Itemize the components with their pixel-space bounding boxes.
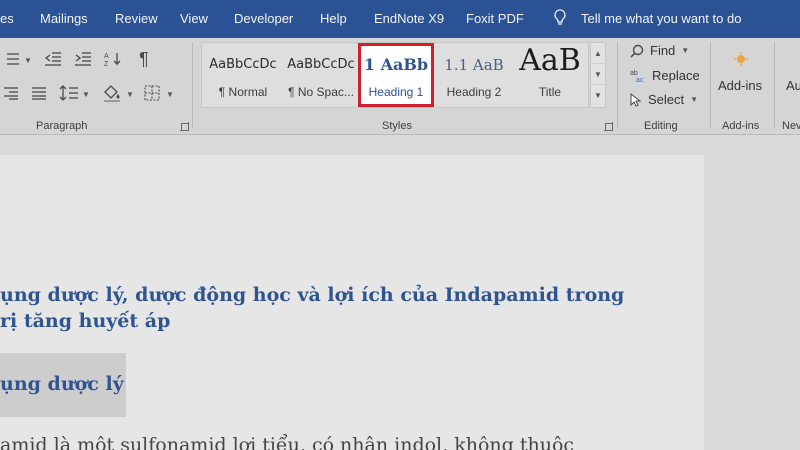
style-no-spacing-label: ¶ No Spac... xyxy=(288,85,354,99)
outdent-icon xyxy=(44,52,61,66)
shading-dropdown-icon[interactable]: ▼ xyxy=(126,90,134,99)
group-divider xyxy=(192,42,193,128)
style-heading-2[interactable]: 1.1 AaB Heading 2 xyxy=(436,43,512,107)
gallery-more-icon[interactable]: ▼ xyxy=(591,85,605,106)
line-spacing-dropdown-icon[interactable]: ▼ xyxy=(82,90,90,99)
tab-view[interactable]: View xyxy=(180,11,208,26)
lightbulb-icon xyxy=(554,9,566,25)
tab-mailings[interactable]: Mailings xyxy=(40,11,88,26)
group-label-paragraph: Paragraph xyxy=(36,120,88,132)
borders-icon xyxy=(144,85,160,101)
paint-bucket-icon xyxy=(104,85,120,102)
partial-button-label[interactable]: Au xyxy=(786,78,800,93)
magnifier-icon xyxy=(630,44,644,58)
align-right-icon xyxy=(4,87,18,100)
tab-developer[interactable]: Developer xyxy=(234,11,293,26)
sort-button[interactable]: AZ xyxy=(103,48,125,70)
group-divider xyxy=(774,42,775,128)
paragraph-dialog-launcher-icon[interactable] xyxy=(180,122,189,131)
svg-text:A: A xyxy=(104,53,109,60)
tab-help[interactable]: Help xyxy=(320,11,347,26)
find-button[interactable]: Find ▼ xyxy=(630,43,689,58)
gallery-scroll-down-icon[interactable]: ▼ xyxy=(591,64,605,85)
subheading[interactable]: ụng dược lý xyxy=(0,373,124,395)
document-page[interactable]: ụng dược lý, dược động học và lợi ích củ… xyxy=(0,155,704,450)
style-heading-2-label: Heading 2 xyxy=(446,85,502,99)
line-spacing-button[interactable] xyxy=(58,82,80,104)
justify-button[interactable] xyxy=(28,82,50,104)
svg-text:Z: Z xyxy=(104,61,109,67)
group-label-next: Nev xyxy=(782,120,800,132)
group-divider xyxy=(617,42,618,128)
replace-button[interactable]: ab ac Replace xyxy=(630,68,700,83)
pilcrow-icon: ¶ xyxy=(139,48,149,69)
heading-line-1[interactable]: ụng dược lý, dược động học và lợi ích củ… xyxy=(0,284,624,306)
borders-button[interactable] xyxy=(141,82,163,104)
indent-icon xyxy=(75,52,91,66)
add-ins-button[interactable]: Add-ins xyxy=(716,48,766,98)
borders-dropdown-icon[interactable]: ▼ xyxy=(166,90,174,99)
group-label-styles: Styles xyxy=(382,120,412,132)
select-button[interactable]: Select ▼ xyxy=(630,92,698,107)
replace-label: Replace xyxy=(652,68,700,83)
tab-foxit-pdf[interactable]: Foxit PDF xyxy=(466,11,524,26)
document-area[interactable]: ụng dược lý, dược động học và lợi ích củ… xyxy=(0,135,800,450)
style-heading-2-preview: 1.1 AaB xyxy=(444,56,504,74)
select-dropdown-icon[interactable]: ▼ xyxy=(690,95,698,104)
decrease-indent-button[interactable] xyxy=(42,48,64,70)
find-label: Find xyxy=(650,43,676,58)
tab-references[interactable]: es xyxy=(0,11,14,26)
style-no-spacing-preview: AaBbCcDc xyxy=(287,57,355,72)
tab-endnote[interactable]: EndNote X9 xyxy=(374,11,444,26)
line-spacing-icon xyxy=(59,85,78,101)
select-label: Select xyxy=(648,92,685,107)
sort-az-icon: AZ xyxy=(104,53,121,67)
style-title-preview: AaB xyxy=(519,43,581,78)
numbering-button[interactable] xyxy=(0,48,22,70)
group-divider xyxy=(710,42,711,128)
align-right-button[interactable] xyxy=(0,82,22,104)
styles-gallery: AaBbCcDc ¶ Normal AaBbCcDc ¶ No Spac... … xyxy=(201,42,589,108)
add-ins-label: Add-ins xyxy=(718,78,763,93)
cursor-arrow-icon xyxy=(630,92,642,107)
style-title[interactable]: AaB Title xyxy=(512,43,588,107)
show-hide-marks-button[interactable]: ¶ xyxy=(133,48,155,70)
heading-line-2[interactable]: rị tăng huyết áp xyxy=(0,310,170,332)
svg-text:ab: ab xyxy=(630,70,638,77)
shading-button[interactable] xyxy=(101,82,123,104)
style-heading-1-preview: 1 AaBb xyxy=(363,55,429,74)
ribbon-tab-bar: es Mailings Review View Developer Help E… xyxy=(0,0,800,38)
group-label-editing: Editing xyxy=(644,120,678,132)
numbering-dropdown-icon[interactable]: ▼ xyxy=(24,56,32,65)
style-normal-label: ¶ Normal xyxy=(218,85,268,99)
style-no-spacing[interactable]: AaBbCcDc ¶ No Spac... xyxy=(282,43,360,107)
style-normal[interactable]: AaBbCcDc ¶ Normal xyxy=(204,43,282,107)
add-ins-icon xyxy=(734,52,748,66)
list-numbered-icon xyxy=(7,53,19,65)
gallery-scroll-up-icon[interactable]: ▲ xyxy=(591,43,605,64)
svg-text:ac: ac xyxy=(636,77,644,83)
align-justify-icon xyxy=(32,87,46,100)
body-paragraph-line[interactable]: amid là một sulfonamid lợi tiểu, có nhân… xyxy=(0,434,574,450)
tab-review[interactable]: Review xyxy=(115,11,158,26)
style-normal-preview: AaBbCcDc xyxy=(209,57,277,72)
group-label-add-ins: Add-ins xyxy=(722,120,760,132)
increase-indent-button[interactable] xyxy=(72,48,94,70)
styles-gallery-scroll: ▲ ▼ ▼ xyxy=(590,42,606,108)
replace-icon: abac xyxy=(630,70,644,83)
style-heading-1-label: Heading 1 xyxy=(368,85,424,99)
style-title-label: Title xyxy=(538,85,562,99)
ribbon-home: ▼ AZ ¶ ▼ ▼ ▼ Paragraph AaBbCcDc ¶ Normal… xyxy=(0,38,800,135)
styles-dialog-launcher-icon[interactable] xyxy=(604,122,613,131)
find-dropdown-icon[interactable]: ▼ xyxy=(681,46,689,55)
style-heading-1[interactable]: 1 AaBb Heading 1 xyxy=(358,43,434,107)
tell-me-search[interactable]: Tell me what you want to do xyxy=(581,11,741,26)
